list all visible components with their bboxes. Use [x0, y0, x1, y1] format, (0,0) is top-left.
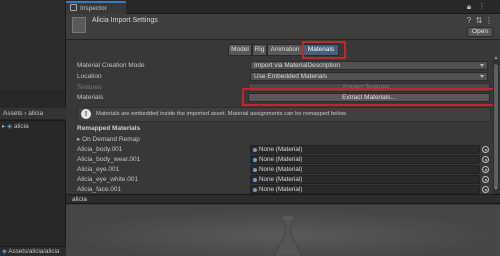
project-tree-item-label: alicia [13, 123, 29, 130]
kebab-menu-icon[interactable]: ⋮ [485, 17, 493, 25]
tab-animation[interactable]: Animation [267, 44, 303, 56]
textures-label: Textures [77, 84, 102, 91]
scrollbar-thumb[interactable] [494, 64, 498, 188]
asset-file-icon [72, 17, 86, 33]
help-icon[interactable]: ? [465, 17, 473, 25]
scroll-down-arrow-icon[interactable]: ▼ [493, 186, 499, 192]
dropdown-value: Import via MaterialDescription [254, 62, 340, 69]
material-object-field[interactable]: None (Material) [250, 155, 480, 164]
preview-label: alicia [72, 196, 87, 203]
material-icon [253, 168, 257, 172]
project-tree-item[interactable]: ▸ ◈ alicia [2, 122, 29, 132]
object-picker-icon[interactable] [482, 186, 489, 193]
material-creation-mode-dropdown[interactable]: Import via MaterialDescription [250, 61, 488, 70]
chevron-down-icon [480, 64, 484, 67]
tab-model[interactable]: Model [228, 44, 252, 56]
expand-arrow-icon[interactable]: ▸ [2, 123, 5, 130]
material-slot-label: Alicia_eye.001 [77, 166, 120, 173]
material-creation-mode-label: Material Creation Mode [77, 62, 145, 69]
section-title: Remapped Materials [77, 125, 141, 132]
foldout-label: On Demand Remap [82, 136, 140, 143]
object-picker-icon[interactable] [482, 166, 489, 173]
kebab-menu-icon[interactable]: ⋮ [478, 3, 486, 11]
material-object-field[interactable]: None (Material) [250, 175, 480, 184]
scene-view[interactable] [0, 0, 66, 90]
settings-sliders-icon[interactable]: ⇅ [475, 17, 483, 25]
project-breadcrumb[interactable]: Assets › alicia [0, 108, 66, 120]
material-object-field[interactable]: None (Material) [250, 145, 480, 154]
highlight-box [242, 88, 496, 106]
field-value: None (Material) [259, 176, 303, 183]
material-object-field[interactable]: None (Material) [250, 165, 480, 174]
project-footer-path: ◈ Assets/alicia/alicia [0, 246, 66, 256]
materials-label: Materials [77, 94, 104, 101]
model-preview-figure [66, 205, 500, 256]
preview-header[interactable]: alicia [66, 194, 500, 204]
footer-path-text: Assets/alicia/alicia [8, 248, 60, 255]
object-picker-icon[interactable] [482, 176, 489, 183]
on-demand-remap-foldout[interactable]: ▸ On Demand Remap [77, 135, 140, 143]
chevron-down-icon [480, 75, 484, 78]
field-value: None (Material) [259, 156, 303, 163]
object-picker-icon[interactable] [482, 146, 489, 153]
material-icon [253, 158, 257, 162]
material-icon [253, 148, 257, 152]
inspector-tab-label: Inspector [80, 5, 107, 12]
field-value: None (Material) [259, 166, 303, 173]
lock-icon[interactable]: 🔒︎ [465, 3, 473, 11]
location-dropdown[interactable]: Use Embedded Materials [250, 72, 488, 81]
open-button[interactable]: Open [467, 27, 493, 37]
material-slot-label: Alicia_body.001 [77, 146, 123, 153]
inspector-icon [70, 4, 77, 11]
material-icon [253, 178, 257, 182]
material-slot-label: Alicia_body_wear.001 [77, 156, 141, 163]
model-icon: ◈ [7, 123, 13, 130]
help-box-text: Materials are embedded inside the import… [96, 111, 348, 117]
material-object-field[interactable]: None (Material) [250, 185, 480, 194]
field-value: None (Material) [259, 186, 303, 193]
object-picker-icon[interactable] [482, 156, 489, 163]
model-preview[interactable] [66, 205, 500, 256]
material-slot-label: Alicia_face.001 [77, 186, 122, 193]
field-value: None (Material) [259, 146, 303, 153]
inspector-tab-bar [66, 0, 500, 14]
tab-rig[interactable]: Rig [252, 44, 267, 56]
material-icon [253, 188, 257, 192]
highlight-box [302, 41, 346, 59]
location-label: Location [77, 73, 102, 80]
divider [0, 120, 66, 121]
dropdown-value: Use Embedded Materials [254, 73, 327, 80]
asset-title: Alicia Import Settings [92, 17, 158, 24]
exclamation-icon: ! [81, 109, 91, 119]
material-slot-label: Alicia_eye_white.001 [77, 176, 139, 183]
model-icon: ◈ [2, 248, 7, 255]
